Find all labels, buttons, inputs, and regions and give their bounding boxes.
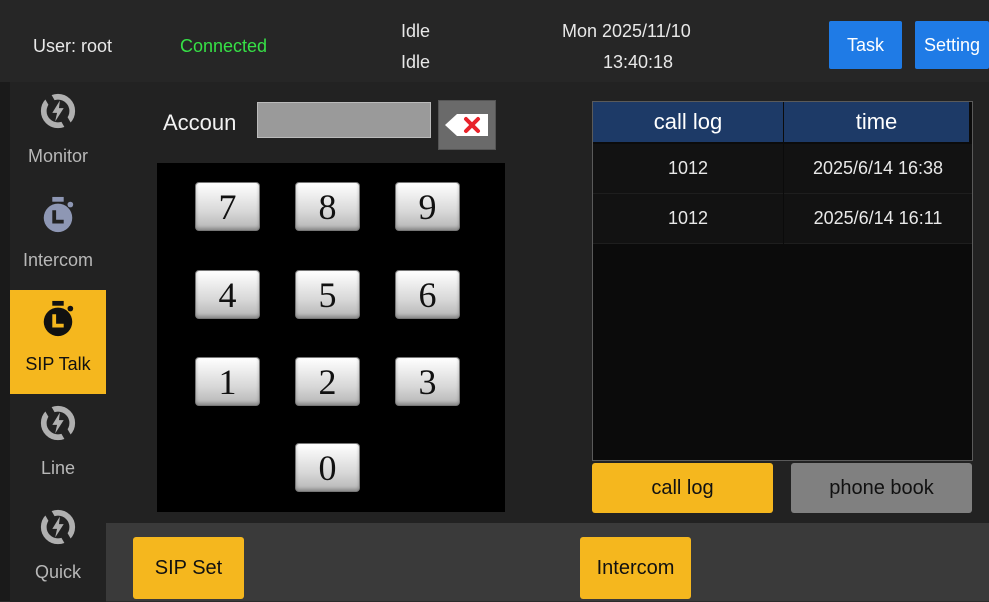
- key-6[interactable]: 6: [395, 270, 460, 319]
- refresh-icon: [40, 93, 76, 129]
- call-time: 2025/6/14 16:11: [784, 194, 972, 244]
- key-5[interactable]: 5: [295, 270, 360, 319]
- key-9[interactable]: 9: [395, 182, 460, 231]
- user-label: User: root: [33, 36, 113, 56]
- status-line-1: Idle: [401, 21, 431, 41]
- sidebar-item-intercom[interactable]: Intercom: [10, 186, 106, 290]
- key-7[interactable]: 7: [195, 182, 260, 231]
- key-2[interactable]: 2: [295, 357, 360, 406]
- dial-keypad: 7 8 9 4 5 6 1 2 3 0: [157, 163, 505, 512]
- key-4[interactable]: 4: [195, 270, 260, 319]
- sidebar: Monitor Intercom SIP Talk Line Quick: [0, 82, 106, 602]
- intercom-button[interactable]: Intercom: [580, 537, 691, 599]
- status-line-2: Idle: [401, 52, 431, 72]
- key-1[interactable]: 1: [195, 357, 260, 406]
- call-number: 1012: [593, 194, 783, 244]
- call-number: 1012: [593, 144, 783, 194]
- tab-call-log[interactable]: call log: [592, 463, 773, 513]
- sidebar-item-label: Line: [40, 458, 76, 478]
- call-time: 2025/6/14 16:38: [784, 144, 972, 194]
- account-input[interactable]: [257, 102, 431, 138]
- key-8[interactable]: 8: [295, 182, 360, 231]
- account-label: Accoun: [163, 110, 237, 135]
- refresh-icon: [40, 405, 76, 441]
- column-header-time: time: [784, 102, 969, 142]
- sidebar-item-sip-talk[interactable]: SIP Talk: [10, 290, 106, 394]
- setting-button[interactable]: Setting: [915, 21, 989, 69]
- sidebar-item-line[interactable]: Line: [10, 394, 106, 498]
- call-log-table: call log time 1012 2025/6/14 16:38 1012 …: [592, 101, 973, 461]
- sip-set-button[interactable]: SIP Set: [133, 537, 244, 599]
- sidebar-item-label: Monitor: [27, 146, 89, 166]
- sidebar-item-monitor[interactable]: Monitor: [10, 82, 106, 186]
- key-0[interactable]: 0: [295, 443, 360, 492]
- tab-phone-book[interactable]: phone book: [791, 463, 972, 513]
- sidebar-item-label: SIP Talk: [25, 354, 91, 374]
- time-display: 13:40:18: [603, 52, 674, 72]
- stopwatch-icon: [43, 300, 74, 337]
- task-button[interactable]: Task: [829, 21, 902, 69]
- backspace-icon: [445, 114, 488, 136]
- sidebar-item-label: Intercom: [22, 250, 94, 270]
- sidebar-item-label: Quick: [34, 562, 81, 582]
- backspace-button[interactable]: [438, 100, 496, 150]
- connection-status: Connected: [180, 36, 268, 56]
- refresh-icon: [40, 509, 76, 545]
- top-status-bar: User: root Connected Idle Idle Mon 2025/…: [0, 0, 989, 82]
- column-header-call-log: call log: [593, 102, 784, 142]
- table-row[interactable]: 1012 2025/6/14 16:38: [593, 144, 972, 194]
- key-3[interactable]: 3: [395, 357, 460, 406]
- sidebar-item-quick[interactable]: Quick: [10, 498, 106, 602]
- table-row[interactable]: 1012 2025/6/14 16:11: [593, 194, 972, 244]
- stopwatch-icon: [43, 196, 74, 233]
- date-display: Mon 2025/11/10: [562, 21, 691, 41]
